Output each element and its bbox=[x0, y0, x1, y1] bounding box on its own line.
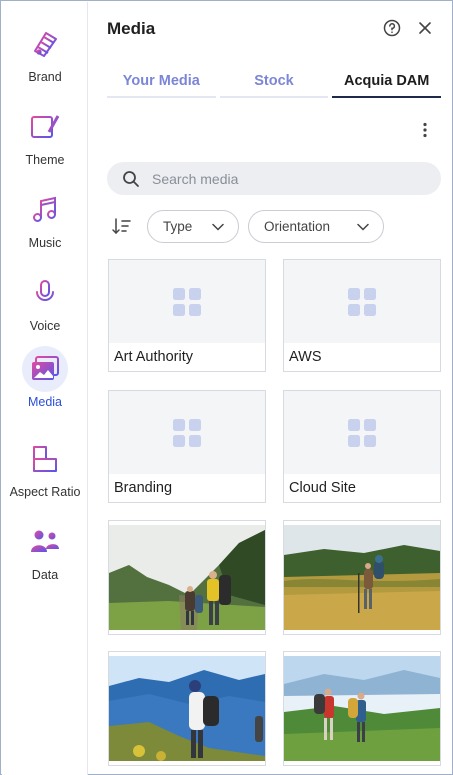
microphone-icon bbox=[22, 270, 68, 316]
type-filter-label: Type bbox=[163, 219, 193, 234]
page-title: Media bbox=[107, 19, 156, 38]
sidebar-item-label: Theme bbox=[25, 153, 65, 167]
sidebar-item-label: Media bbox=[27, 395, 63, 409]
type-filter-dropdown[interactable]: Type bbox=[147, 210, 239, 243]
brand-icon bbox=[22, 21, 68, 67]
help-icon bbox=[383, 19, 401, 37]
sort-button[interactable] bbox=[111, 216, 133, 236]
image-card-hikers-golden-meadow[interactable] bbox=[283, 520, 441, 635]
close-icon bbox=[419, 22, 431, 34]
tab-acquia-dam[interactable]: Acquia DAM bbox=[332, 68, 442, 98]
sidebar-item-voice[interactable]: Voice bbox=[2, 270, 88, 340]
tab-stock[interactable]: Stock bbox=[219, 68, 329, 98]
folder-label: Branding bbox=[114, 480, 173, 496]
sidebar-item-label: Brand bbox=[28, 70, 62, 84]
orientation-filter-label: Orientation bbox=[264, 219, 331, 234]
photo-thumbnail bbox=[284, 525, 440, 630]
data-icon bbox=[22, 519, 68, 565]
sidebar-item-label: Aspect Ratio bbox=[9, 485, 81, 499]
tab-your-media[interactable]: Your Media bbox=[107, 68, 216, 98]
sidebar-item-data[interactable]: Data bbox=[2, 519, 88, 589]
photo-thumbnail bbox=[109, 525, 265, 630]
help-button[interactable] bbox=[383, 19, 401, 37]
orientation-filter-dropdown[interactable]: Orientation bbox=[248, 210, 384, 243]
folder-card[interactable]: Branding bbox=[108, 390, 266, 503]
sidebar-item-media[interactable]: Media bbox=[2, 346, 88, 416]
sidebar-item-label: Data bbox=[31, 568, 59, 582]
sidebar-item-music[interactable]: Music bbox=[2, 187, 88, 257]
folder-grid-icon bbox=[173, 418, 201, 447]
sidebar-item-brand[interactable]: Brand bbox=[2, 21, 88, 91]
folder-card[interactable]: AWS bbox=[283, 259, 441, 372]
close-button[interactable] bbox=[417, 19, 433, 37]
folder-card[interactable]: Art Authority bbox=[108, 259, 266, 372]
sidebar-item-aspect-ratio[interactable]: Aspect Ratio bbox=[2, 436, 88, 506]
sidebar-item-label: Voice bbox=[29, 319, 61, 333]
search-input[interactable] bbox=[152, 170, 402, 187]
folder-label: Art Authority bbox=[114, 349, 193, 365]
media-panel: Media Your Media Stock Acquia DAM Search… bbox=[89, 2, 453, 775]
media-icon bbox=[22, 346, 68, 392]
folder-grid-icon bbox=[348, 418, 376, 447]
image-card-hikers-misty-valley[interactable] bbox=[283, 651, 441, 766]
sidebar: Brand Theme Music Voice Media Aspect Rat… bbox=[2, 2, 88, 775]
image-card-hikers-mountain-trail[interactable] bbox=[108, 520, 266, 635]
more-options-button[interactable] bbox=[415, 120, 435, 140]
folder-grid-icon bbox=[348, 287, 376, 316]
more-vertical-icon bbox=[423, 122, 427, 138]
chevron-down-icon bbox=[357, 223, 369, 231]
sidebar-item-label: Music bbox=[28, 236, 62, 250]
folder-label: Cloud Site bbox=[289, 480, 356, 496]
sort-icon bbox=[112, 218, 131, 235]
search-bar bbox=[107, 162, 441, 195]
source-tabs: Your Media Stock Acquia DAM bbox=[107, 68, 442, 98]
sidebar-item-theme[interactable]: Theme bbox=[2, 104, 88, 174]
photo-thumbnail bbox=[284, 656, 440, 761]
theme-icon bbox=[22, 104, 68, 150]
folder-grid-icon bbox=[173, 287, 201, 316]
folder-label: AWS bbox=[289, 349, 322, 365]
music-icon bbox=[22, 187, 68, 233]
photo-thumbnail bbox=[109, 656, 265, 761]
aspect-ratio-icon bbox=[22, 436, 68, 482]
folder-card[interactable]: Cloud Site bbox=[283, 390, 441, 503]
chevron-down-icon bbox=[212, 223, 224, 231]
search-icon bbox=[123, 170, 139, 187]
image-card-hiker-blue-mountains[interactable] bbox=[108, 651, 266, 766]
app-window: Brand Theme Music Voice Media Aspect Rat… bbox=[0, 0, 453, 775]
